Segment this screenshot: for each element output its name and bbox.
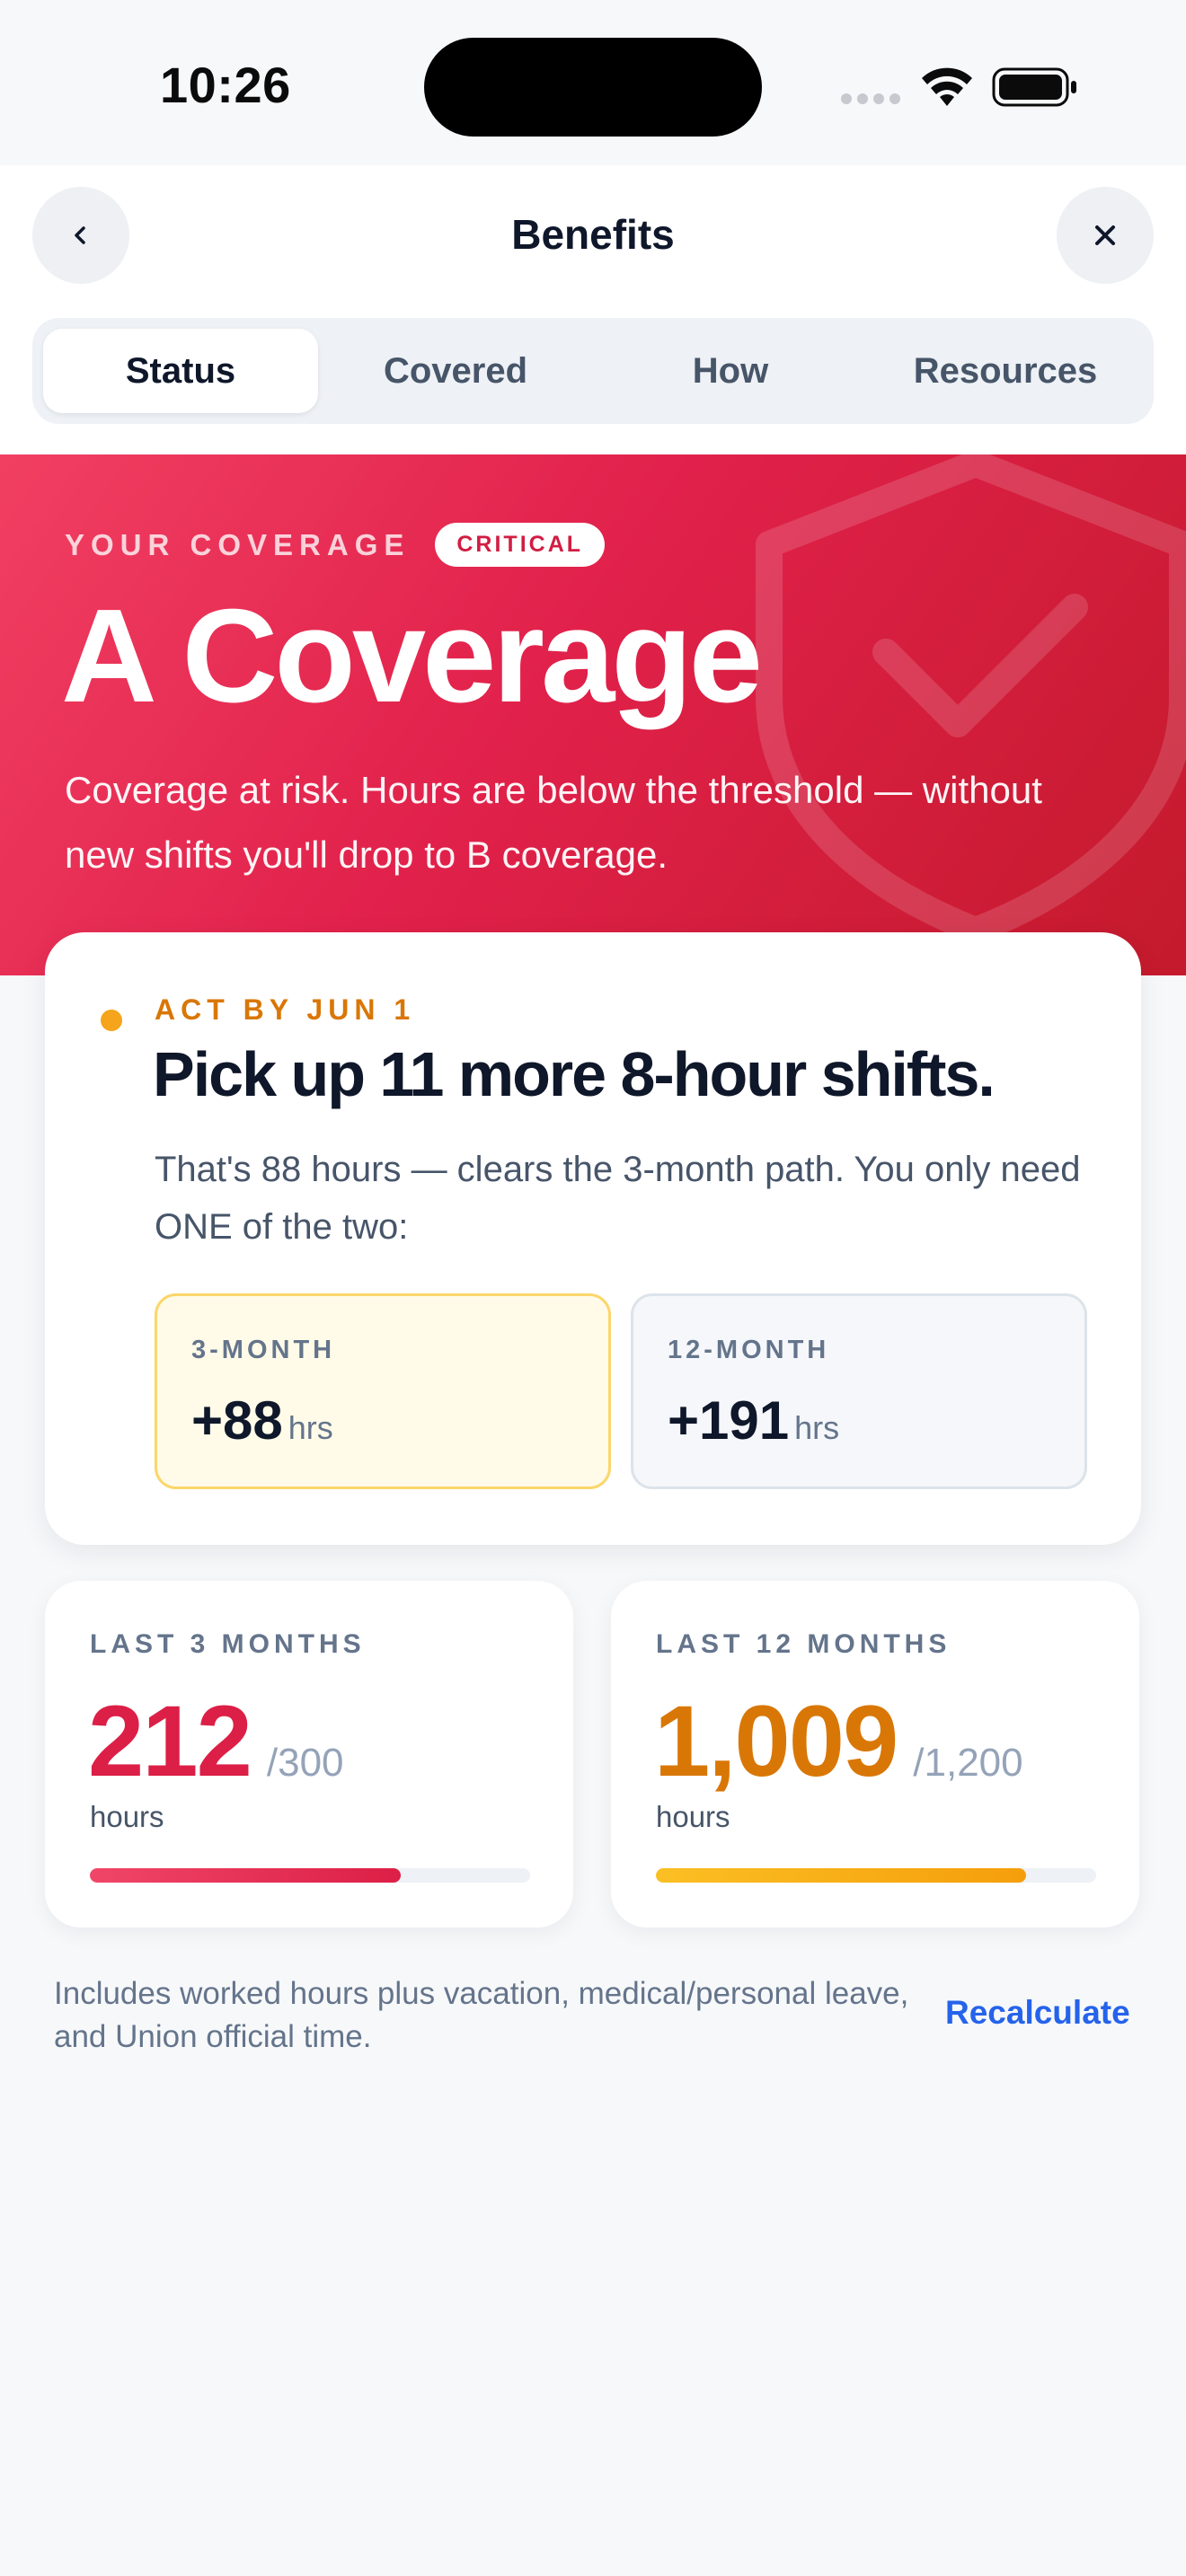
- path-hours: +88: [191, 1390, 283, 1451]
- progress-fill: [656, 1868, 1027, 1883]
- cellular-signal-icon: [841, 93, 900, 104]
- stat-label: LAST 3 MONTHS: [90, 1629, 366, 1659]
- stat-card-3-months: LAST 3 MONTHS 212 /300 hours: [45, 1581, 573, 1928]
- header: Benefits Status Covered How Resources: [0, 165, 1186, 454]
- path-unit: hrs: [288, 1409, 333, 1446]
- stat-value-row: 212 /300: [88, 1683, 344, 1799]
- stat-unit: hours: [90, 1800, 164, 1833]
- path-unit: hrs: [794, 1409, 840, 1446]
- path-label: 12-MONTH: [668, 1336, 830, 1364]
- tab-bar: Status Covered How Resources: [32, 318, 1154, 424]
- progress-bar: [90, 1868, 530, 1883]
- tab-how[interactable]: How: [593, 329, 868, 413]
- page-title: Benefits: [511, 211, 675, 258]
- stat-unit: hours: [656, 1800, 730, 1833]
- tab-resources[interactable]: Resources: [868, 329, 1143, 413]
- action-card: ACT BY JUN 1 Pick up 11 more 8-hour shif…: [45, 932, 1141, 1545]
- coverage-description: Coverage at risk. Hours are below the th…: [65, 769, 1042, 876]
- recalculate-link[interactable]: Recalculate: [945, 1994, 1130, 2032]
- path-hours: +191: [668, 1390, 790, 1451]
- path-value: +191 hrs: [668, 1389, 839, 1451]
- status-badge: CRITICAL: [435, 523, 606, 567]
- stat-label: LAST 12 MONTHS: [656, 1629, 951, 1659]
- action-description: That's 88 hours — clears the 3-month pat…: [155, 1150, 1081, 1247]
- stat-max: /1,200: [913, 1741, 1023, 1785]
- coverage-title: A Coverage: [61, 582, 763, 730]
- stat-card-12-months: LAST 12 MONTHS 1,009 /1,200 hours: [611, 1581, 1139, 1928]
- hours-footnote: Includes worked hours plus vacation, med…: [54, 1976, 909, 2054]
- coverage-hero: YOUR COVERAGE CRITICAL A Coverage Covera…: [0, 454, 1186, 975]
- action-title: Pick up 11 more 8-hour shifts.: [153, 1039, 996, 1109]
- progress-fill: [90, 1868, 402, 1883]
- status-time: 10:26: [160, 57, 291, 113]
- progress-bar: [656, 1868, 1096, 1883]
- status-bar: 10:26: [0, 0, 1186, 165]
- deadline-label: ACT BY JUN 1: [155, 993, 416, 1026]
- tab-status[interactable]: Status: [43, 329, 318, 413]
- path-label: 3-MONTH: [191, 1336, 336, 1364]
- close-icon: [1095, 225, 1115, 245]
- coverage-eyebrow-row: YOUR COVERAGE CRITICAL: [65, 523, 606, 567]
- coverage-eyebrow: YOUR COVERAGE: [65, 527, 411, 561]
- close-button[interactable]: [1057, 187, 1154, 284]
- path-12-month: 12-MONTH +191 hrs: [631, 1293, 1087, 1489]
- dynamic-island: [424, 38, 762, 137]
- stat-value: 212: [88, 1685, 252, 1797]
- battery-icon: [992, 67, 1076, 107]
- deadline-dot-icon: [101, 1010, 122, 1031]
- tab-covered[interactable]: Covered: [318, 329, 593, 413]
- path-3-month: 3-MONTH +88 hrs: [155, 1293, 611, 1489]
- stat-max: /300: [266, 1741, 344, 1785]
- stat-value-row: 1,009 /1,200: [654, 1683, 1023, 1799]
- stat-value: 1,009: [654, 1685, 898, 1797]
- path-value: +88 hrs: [191, 1389, 333, 1451]
- wifi-icon: [922, 67, 972, 106]
